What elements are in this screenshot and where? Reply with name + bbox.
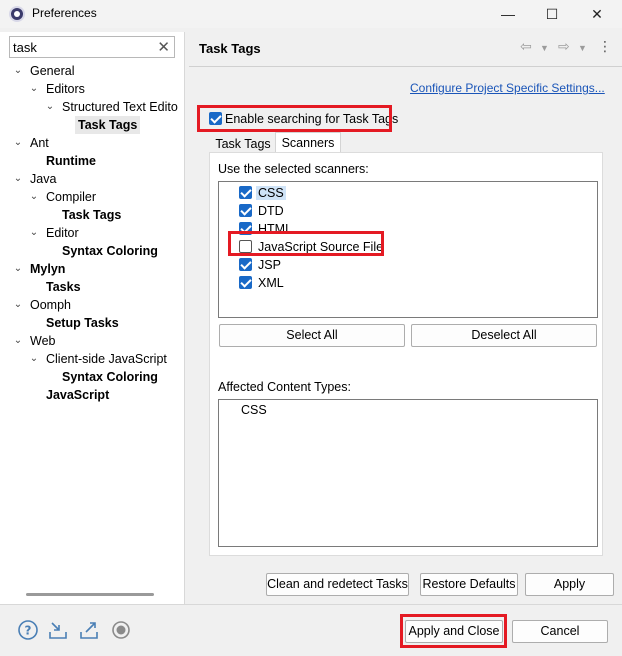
window-title: Preferences <box>32 6 97 20</box>
tree-item-setup-tasks[interactable]: Setup Tasks <box>46 314 119 332</box>
export-icon[interactable] <box>78 619 100 641</box>
forward-menu-chevron-icon[interactable]: ▼ <box>578 43 587 53</box>
chevron-down-icon[interactable]: ⌄ <box>28 80 40 98</box>
checkbox-checked-icon[interactable] <box>239 204 252 218</box>
clear-filter-icon[interactable]: ✕ <box>157 38 170 56</box>
tree-horizontal-scrollbar[interactable] <box>26 593 154 596</box>
chevron-down-icon[interactable]: ⌄ <box>12 332 24 350</box>
title-separator <box>189 66 622 67</box>
scanner-item-xml[interactable]: XML <box>239 273 286 291</box>
filter-input[interactable] <box>13 38 153 56</box>
highlight-box-apply-close <box>400 614 507 648</box>
back-menu-chevron-icon[interactable]: ▼ <box>540 43 549 53</box>
dialog-button-bar: ? Apply and Close Cancel <box>0 604 622 656</box>
tree-item-task-tags-selected[interactable]: Task Tags <box>75 116 141 134</box>
tree-item-runtime[interactable]: Runtime <box>46 152 96 170</box>
scanner-item-dtd[interactable]: DTD <box>239 201 286 219</box>
chevron-down-icon[interactable]: ⌄ <box>12 134 24 152</box>
filter-field[interactable]: ✕ <box>9 36 175 58</box>
tree-item-java-editor[interactable]: Editor <box>46 224 79 242</box>
title-bar: Preferences — ☐ ✕ <box>0 0 622 28</box>
back-arrow-icon[interactable]: ⇦ <box>520 38 532 55</box>
chevron-down-icon[interactable]: ⌄ <box>12 260 24 278</box>
tree-item-editors[interactable]: Editors <box>46 80 85 98</box>
chevron-down-icon[interactable]: ⌄ <box>28 350 40 368</box>
cancel-button[interactable]: Cancel <box>512 620 608 643</box>
affected-content-types-label: Affected Content Types: <box>218 380 351 394</box>
select-all-button[interactable]: Select All <box>219 324 405 347</box>
content-types-list[interactable]: CSS <box>218 399 598 547</box>
svg-text:?: ? <box>25 624 32 638</box>
preference-page: Task Tags ⇦ ▼ ⇨ ▼ ⋮ Configure Project Sp… <box>189 32 622 604</box>
tree-item-structured-text-editors[interactable]: Structured Text Edito <box>62 98 178 116</box>
page-title: Task Tags <box>199 41 261 56</box>
tree-item-java-syntax-coloring[interactable]: Syntax Coloring <box>62 242 158 260</box>
record-icon[interactable] <box>110 619 132 641</box>
minimize-button[interactable]: — <box>486 0 530 28</box>
checkbox-checked-icon[interactable] <box>239 276 252 290</box>
tree-item-general[interactable]: General <box>30 62 74 80</box>
clean-redetect-tasks-button[interactable]: Clean and redetect Tasks <box>266 573 409 596</box>
maximize-button[interactable]: ☐ <box>530 0 574 28</box>
scanner-item-jsp[interactable]: JSP <box>239 255 283 273</box>
checkbox-checked-icon[interactable] <box>239 186 252 200</box>
tree-item-mylyn[interactable]: Mylyn <box>30 260 65 278</box>
chevron-down-icon[interactable]: ⌄ <box>12 170 24 188</box>
restore-defaults-button[interactable]: Restore Defaults <box>420 573 518 596</box>
content-type-item[interactable]: CSS <box>241 403 267 417</box>
chevron-down-icon[interactable]: ⌄ <box>12 296 24 314</box>
deselect-all-button[interactable]: Deselect All <box>411 324 597 347</box>
tree-item-java-task-tags[interactable]: Task Tags <box>62 206 121 224</box>
tree-item-javascript[interactable]: JavaScript <box>46 386 109 404</box>
tree-item-mylyn-tasks[interactable]: Tasks <box>46 278 81 296</box>
tab-task-tags[interactable]: Task Tags <box>213 134 273 154</box>
tree-item-web[interactable]: Web <box>30 332 55 350</box>
preference-tree-panel: ✕ ⌄ General ⌄ Editors ⌄ Structured Text … <box>0 32 185 604</box>
configure-project-settings-link[interactable]: Configure Project Specific Settings... <box>410 81 605 95</box>
tree-item-java[interactable]: Java <box>30 170 56 188</box>
scanners-panel: Use the selected scanners: CSS DTD HTML … <box>209 152 603 556</box>
import-icon[interactable] <box>47 619 69 641</box>
chevron-down-icon[interactable]: ⌄ <box>28 224 40 242</box>
scanner-item-css[interactable]: CSS <box>239 183 286 201</box>
chevron-down-icon[interactable]: ⌄ <box>12 62 24 80</box>
tree-item-compiler[interactable]: Compiler <box>46 188 96 206</box>
eclipse-app-icon <box>9 6 25 22</box>
checkbox-checked-icon[interactable] <box>239 258 252 272</box>
tree-item-ant[interactable]: Ant <box>30 134 49 152</box>
tree-item-oomph[interactable]: Oomph <box>30 296 71 314</box>
highlight-box-enable <box>197 105 392 132</box>
tab-scanners[interactable]: Scanners <box>275 132 341 154</box>
chevron-down-icon[interactable]: ⌄ <box>44 98 56 116</box>
chevron-down-icon[interactable]: ⌄ <box>28 188 40 206</box>
apply-button[interactable]: Apply <box>525 573 614 596</box>
highlight-box-javascript-scanner <box>228 231 384 256</box>
close-button[interactable]: ✕ <box>575 0 619 28</box>
tree-item-client-side-javascript[interactable]: Client-side JavaScript <box>46 350 167 368</box>
help-icon[interactable]: ? <box>17 619 39 641</box>
view-menu-icon[interactable]: ⋮ <box>598 38 612 55</box>
forward-arrow-icon[interactable]: ⇨ <box>558 38 570 55</box>
scanners-label: Use the selected scanners: <box>218 162 369 176</box>
tree-item-web-syntax-coloring[interactable]: Syntax Coloring <box>62 368 158 386</box>
